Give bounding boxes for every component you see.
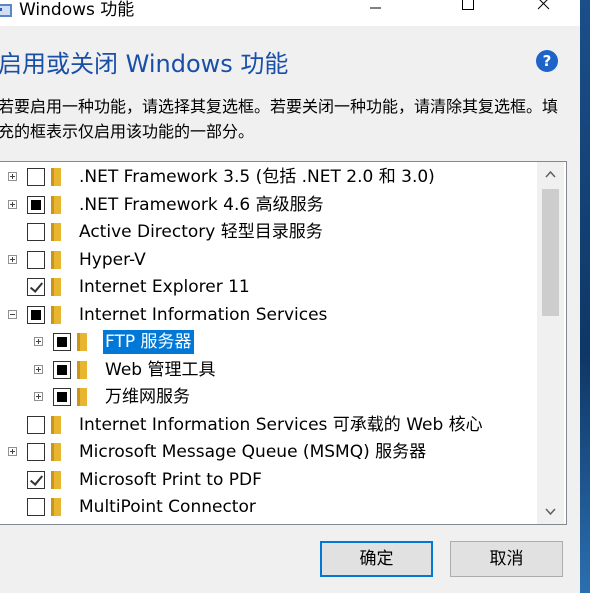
feature-checkbox[interactable] [27, 443, 45, 461]
feature-row[interactable]: 万维网服务 [0, 384, 537, 411]
folder-icon [51, 250, 61, 269]
expand-icon[interactable] [8, 447, 17, 456]
scroll-up-button[interactable] [537, 162, 564, 188]
folder-icon [51, 305, 61, 324]
folder-icon [51, 498, 61, 516]
feature-checkbox[interactable] [27, 415, 45, 434]
folder-icon [51, 195, 61, 214]
feature-row[interactable]: FTP 服务器 [0, 329, 537, 356]
feature-label: Internet Explorer 11 [79, 277, 250, 297]
features-tree[interactable]: .NET Framework 3.5 (包括 .NET 2.0 和 3.0) .N… [0, 161, 567, 525]
close-icon [537, 0, 550, 10]
folder-icon [77, 333, 87, 351]
feature-label: Internet Information Services [79, 304, 328, 325]
page-title: 启用或关闭 Windows 功能 [0, 50, 289, 78]
folder-icon [51, 223, 61, 241]
feature-checkbox[interactable] [53, 333, 71, 351]
feature-row[interactable]: MultiPoint Connector [0, 494, 537, 521]
expand-icon[interactable] [8, 172, 17, 181]
folder-icon [51, 278, 61, 296]
title-bar[interactable]: Windows 功能 [0, 0, 580, 26]
feature-row[interactable]: Microsoft Print to PDF [0, 467, 537, 494]
feature-row[interactable]: .NET Framework 3.5 (包括 .NET 2.0 和 3.0) [0, 164, 537, 191]
cancel-button[interactable]: 取消 [450, 541, 563, 577]
feature-label: Internet Information Services 可承载的 Web 核… [79, 414, 483, 435]
folder-icon [51, 168, 61, 186]
window-app-icon [0, 4, 12, 17]
chevron-down-icon [545, 508, 556, 516]
feature-checkbox[interactable] [53, 388, 71, 406]
feature-label: MultiPoint Connector [79, 497, 256, 517]
feature-label: 万维网服务 [105, 387, 190, 407]
feature-label: .NET Framework 4.6 高级服务 [79, 194, 324, 215]
feature-checkbox[interactable] [27, 168, 45, 186]
desktop-background [580, 0, 590, 593]
chevron-up-icon [545, 170, 556, 178]
feature-row[interactable]: Internet Explorer 11 [0, 274, 537, 301]
expand-icon[interactable] [34, 364, 43, 374]
scroll-down-button[interactable] [537, 498, 564, 524]
feature-label: Microsoft Message Queue (MSMQ) 服务器 [79, 442, 427, 462]
window-title: Windows 功能 [19, 0, 135, 20]
minimize-button[interactable] [352, 0, 398, 26]
feature-label: .NET Framework 3.5 (包括 .NET 2.0 和 3.0) [79, 167, 435, 187]
folder-icon [51, 415, 61, 434]
maximize-icon [462, 0, 474, 10]
ok-button[interactable]: 确定 [320, 541, 433, 577]
folder-icon [77, 388, 87, 406]
feature-row[interactable]: Active Directory 轻型目录服务 [0, 219, 537, 246]
expand-icon[interactable] [34, 392, 43, 401]
expand-icon[interactable] [8, 199, 17, 209]
feature-label: Active Directory 轻型目录服务 [79, 222, 323, 242]
scroll-thumb[interactable] [542, 189, 559, 316]
feature-row[interactable]: Internet Information Services 可承载的 Web 核… [0, 412, 537, 439]
help-icon[interactable]: ? [536, 50, 558, 72]
minimize-icon [370, 7, 381, 9]
feature-row[interactable] [0, 522, 537, 525]
expand-icon[interactable] [8, 254, 17, 264]
feature-checkbox[interactable] [27, 195, 45, 214]
feature-checkbox[interactable] [27, 305, 45, 324]
feature-row[interactable]: .NET Framework 4.6 高级服务 [0, 192, 537, 219]
expand-icon[interactable] [34, 337, 43, 346]
feature-row[interactable]: Web 管理工具 [0, 357, 537, 384]
folder-icon [51, 470, 61, 489]
feature-row[interactable]: Internet Information Services [0, 302, 537, 329]
maximize-button[interactable] [444, 0, 490, 26]
close-button[interactable] [520, 0, 566, 26]
feature-checkbox[interactable] [27, 278, 45, 296]
feature-label: Microsoft Print to PDF [79, 469, 262, 490]
windows-features-dialog: Windows 功能 启用或关闭 Windows 功能 ? 若要启用一种功能，请… [0, 0, 580, 593]
feature-checkbox[interactable] [27, 223, 45, 241]
folder-icon [77, 360, 87, 379]
instructions-text: 若要启用一种功能，请选择其复选框。若要关闭一种功能，请清除其复选框。填充的框表示… [0, 97, 559, 141]
feature-checkbox[interactable] [27, 470, 45, 489]
feature-row[interactable]: Hyper-V [0, 247, 537, 274]
feature-label: Web 管理工具 [105, 359, 216, 380]
feature-label: FTP 服务器 [103, 330, 194, 354]
feature-checkbox[interactable] [27, 498, 45, 516]
folder-icon [51, 443, 61, 461]
feature-checkbox[interactable] [27, 250, 45, 269]
collapse-icon[interactable] [8, 309, 17, 319]
feature-row[interactable]: Microsoft Message Queue (MSMQ) 服务器 [0, 439, 537, 466]
feature-checkbox[interactable] [53, 360, 71, 379]
feature-label: Hyper-V [79, 249, 146, 270]
vertical-scrollbar[interactable] [537, 162, 564, 524]
